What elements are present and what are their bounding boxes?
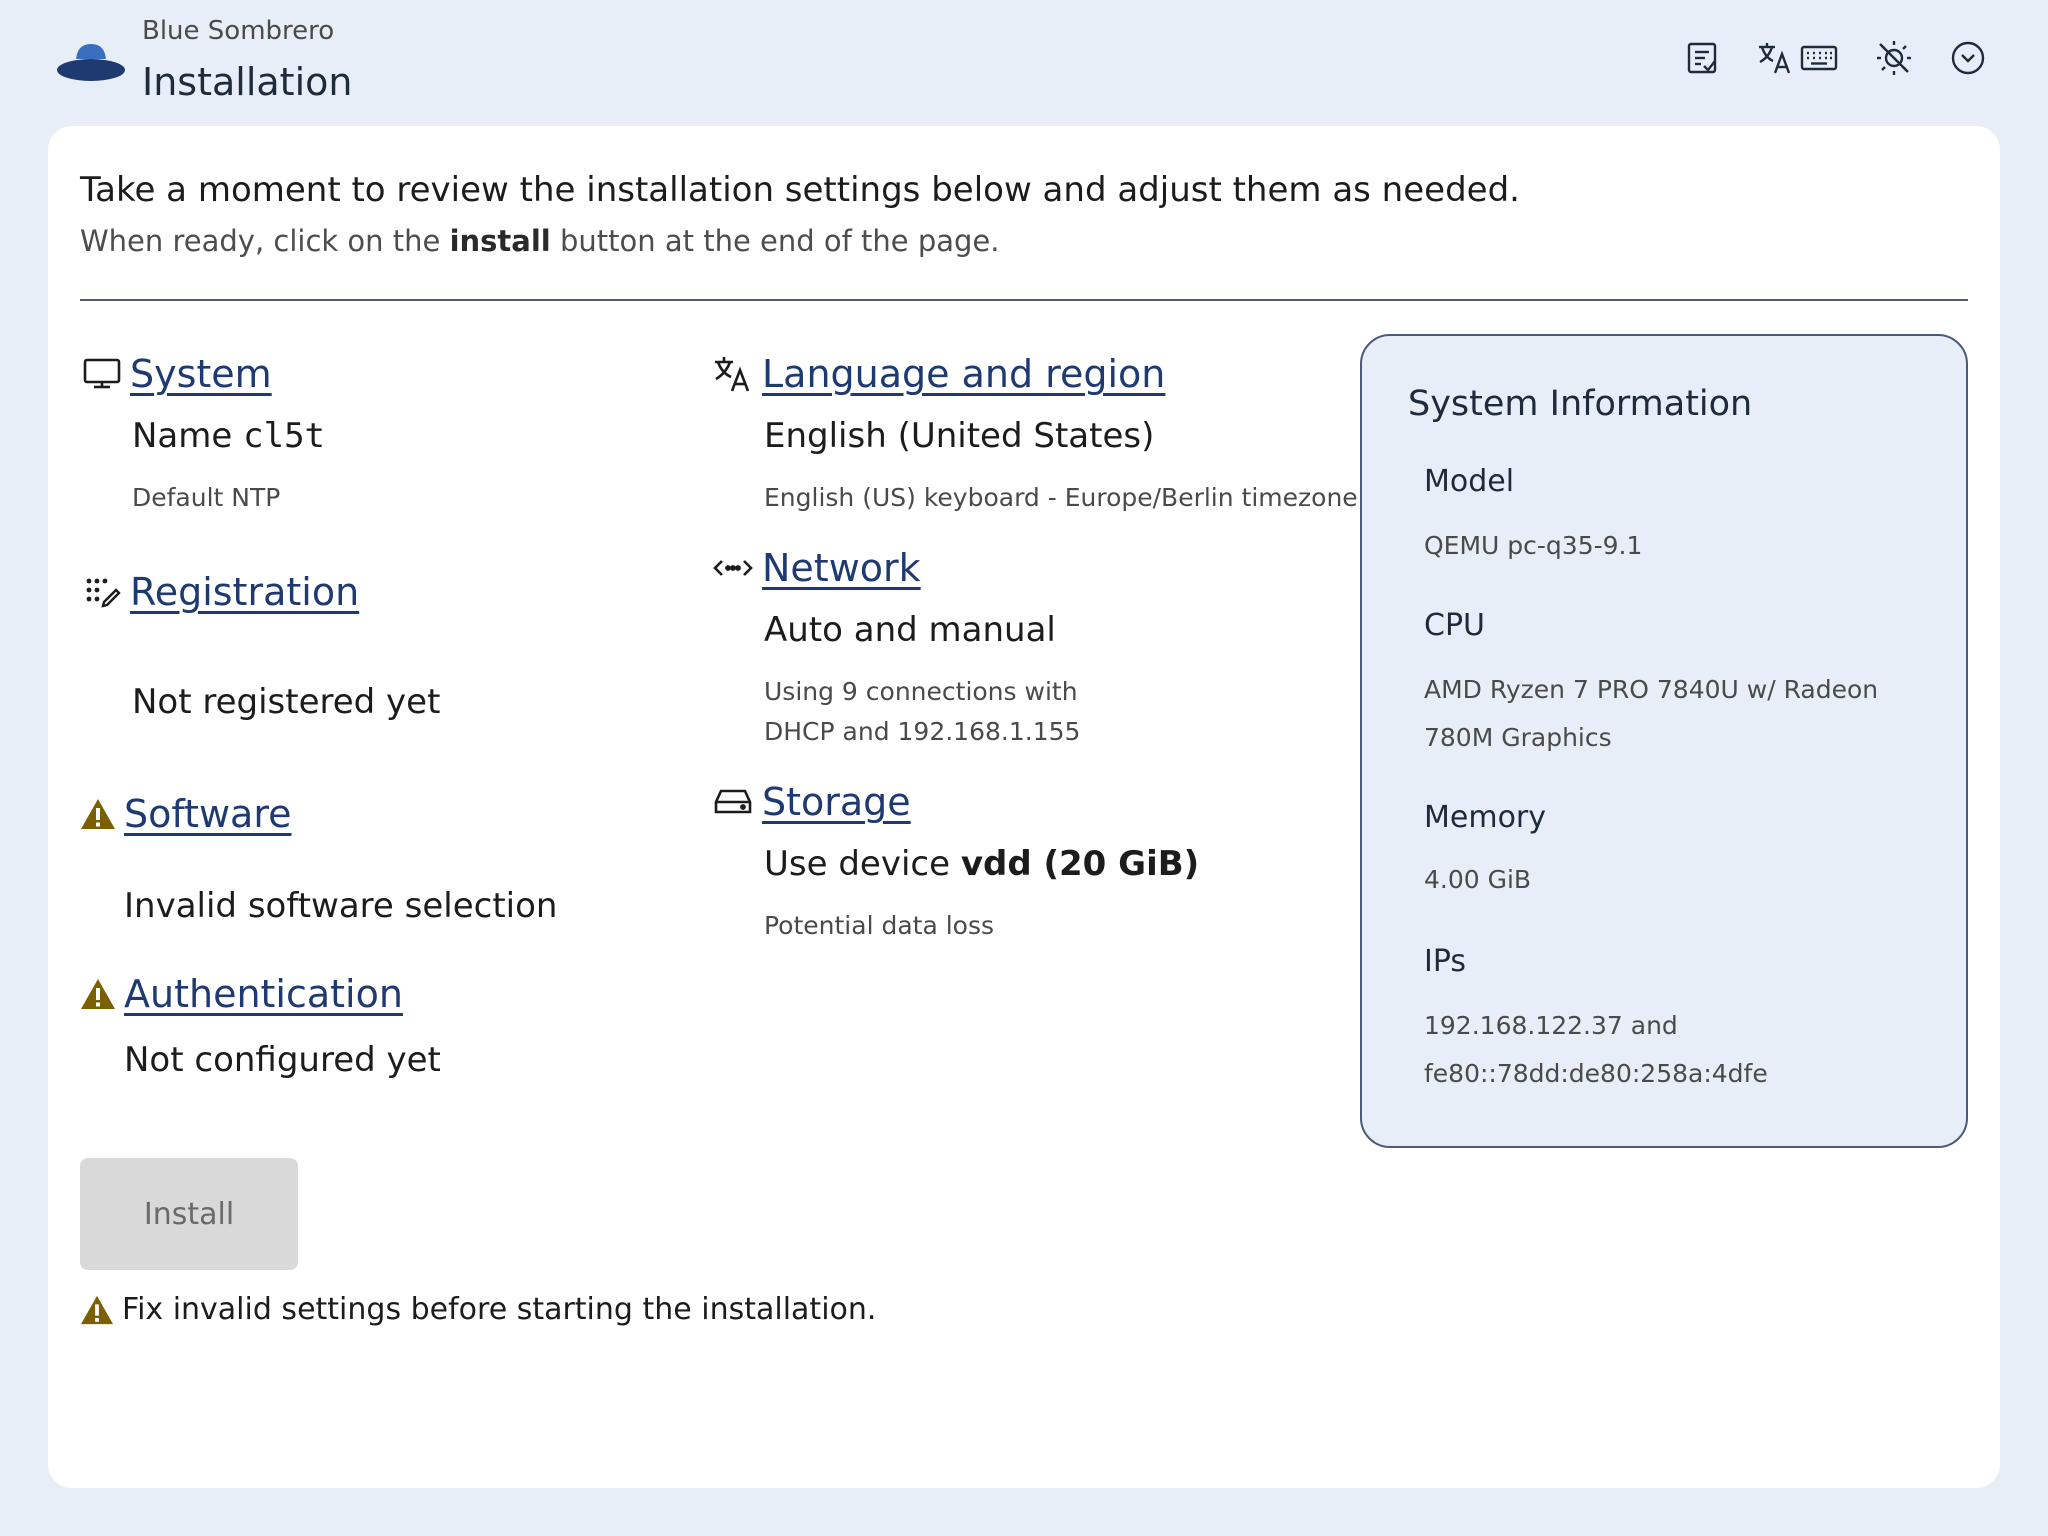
software-link[interactable]: Software [124, 792, 292, 836]
registration-icon [86, 578, 121, 608]
brand-name: Blue Sombrero [142, 16, 335, 46]
intro-subtext-start: When ready, click on the [80, 224, 450, 258]
network-icon [713, 560, 753, 576]
review-checklist-icon [1687, 42, 1717, 74]
memory-label: Memory [1424, 800, 1547, 835]
fix-settings-warning: Fix invalid settings before starting the… [80, 1292, 876, 1327]
authentication-section: Authentication [80, 972, 403, 1016]
ips-value-line1: 192.168.122.37 and [1424, 1011, 1678, 1040]
system-information-title: System Information [1408, 384, 1753, 424]
system-name-prefix: Name [132, 416, 244, 456]
divider [80, 299, 1968, 301]
ips-value: 192.168.122.37 and fe80::78dd:de80:258a:… [1424, 1002, 1944, 1098]
storage-link[interactable]: Storage [762, 780, 911, 824]
storage-value: Use device vdd (20 GiB) [764, 844, 1199, 884]
authentication-status: Not configured yet [124, 1040, 441, 1080]
fix-settings-text: Fix invalid settings before starting the… [122, 1292, 877, 1327]
cpu-label: CPU [1424, 608, 1485, 643]
network-detail: Using 9 connections with DHCP and 192.16… [764, 672, 1080, 752]
ips-label: IPs [1424, 944, 1467, 979]
network-detail-line2: DHCP and 192.168.1.155 [764, 717, 1081, 746]
ips-value-line2: fe80::78dd:de80:258a:4dfe [1424, 1059, 1768, 1088]
storage-value-device: vdd (20 GiB) [960, 844, 1200, 884]
disk-icon [714, 789, 752, 814]
software-status: Invalid software selection [124, 886, 558, 926]
page-title: Installation [142, 60, 353, 104]
language-section-icon [715, 357, 750, 392]
intro-subtext-bold: install [449, 224, 551, 258]
dark-mode-toggle[interactable] [1874, 38, 1914, 78]
install-button[interactable]: Install [80, 1158, 298, 1270]
system-section: System [82, 352, 272, 396]
language-detail: English (US) keyboard - Europe/Berlin ti… [764, 483, 1358, 512]
network-detail-line1: Using 9 connections with [764, 677, 1078, 706]
storage-value-prefix: Use device [764, 844, 961, 884]
warning-icon [81, 1295, 113, 1324]
model-label: Model [1424, 464, 1515, 499]
menu-button[interactable] [1950, 40, 1986, 76]
storage-section: Storage [712, 780, 911, 824]
system-link[interactable]: System [130, 352, 272, 396]
authentication-warning-icon [81, 979, 115, 1009]
cpu-value: AMD Ryzen 7 PRO 7840U w/ Radeon 780M Gra… [1424, 675, 1879, 752]
memory-value: 4.00 GiB [1424, 865, 1532, 894]
registration-link[interactable]: Registration [130, 570, 359, 614]
language-value: English (United States) [764, 416, 1155, 456]
review-card: Take a moment to review the installation… [48, 126, 2000, 1488]
intro-text: Take a moment to review the installation… [80, 170, 1520, 210]
software-warning-icon [81, 799, 115, 829]
network-section: Network [712, 546, 921, 590]
authentication-link[interactable]: Authentication [124, 972, 403, 1016]
monitor-icon [83, 358, 121, 389]
storage-detail: Potential data loss [764, 911, 995, 940]
system-information-panel: System Information Model QEMU pc-q35-9.1… [1360, 334, 1968, 1148]
review-checklist-button[interactable] [1684, 40, 1720, 76]
header-actions [1684, 38, 1986, 78]
software-section: Software [80, 792, 292, 836]
keyboard-icon [1800, 45, 1838, 71]
intro-subtext-end: button at the end of the page. [550, 224, 1000, 258]
top-bar: Blue Sombrero Installation [0, 0, 2048, 126]
system-detail: Default NTP [132, 483, 281, 512]
model-value: QEMU pc-q35-9.1 [1424, 531, 1643, 560]
language-keyboard-button[interactable] [1756, 40, 1838, 76]
system-name-value: cl5t [243, 416, 326, 456]
sombrero-logo [57, 44, 125, 81]
intro-subtext: When ready, click on the install button … [80, 224, 1000, 258]
menu-chevron-icon [1951, 41, 1985, 75]
registration-section: Registration [84, 570, 359, 614]
language-section: Language and region [712, 352, 1165, 396]
system-name: Name cl5t [132, 416, 325, 456]
network-value: Auto and manual [764, 610, 1056, 650]
network-link[interactable]: Network [762, 546, 921, 590]
language-icon [1759, 43, 1791, 74]
dark-mode-icon [1877, 41, 1911, 75]
language-link[interactable]: Language and region [762, 352, 1165, 396]
registration-status: Not registered yet [132, 682, 441, 722]
